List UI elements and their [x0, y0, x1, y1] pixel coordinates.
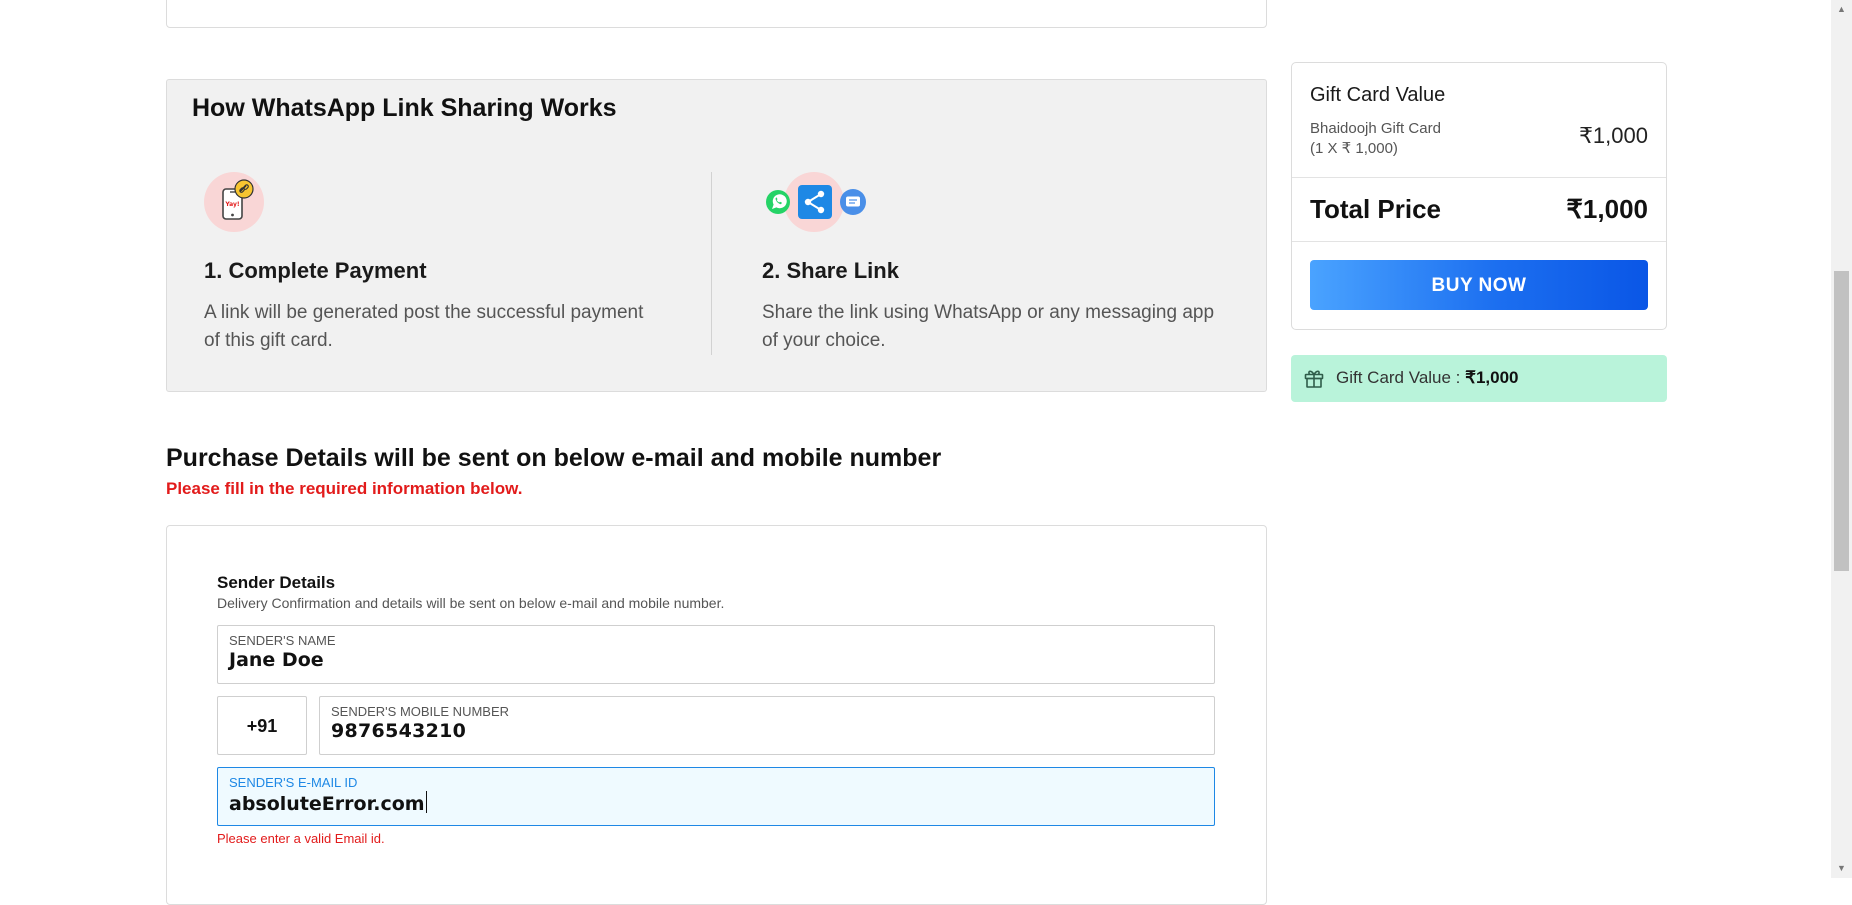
- step-1-desc-line2: of this gift card.: [204, 330, 333, 351]
- country-code-select[interactable]: +91: [217, 696, 307, 755]
- sender-name-label: SENDER'S NAME: [229, 633, 336, 648]
- previous-section-card: [166, 0, 1267, 28]
- gift-card-item-qty: (1 X ₹ 1,000): [1310, 140, 1398, 157]
- text-caret: [425, 791, 427, 813]
- how-it-works-panel: How WhatsApp Link Sharing Works Yay! 1. …: [166, 79, 1267, 392]
- gift-card-value-amount: ₹1,000: [1465, 368, 1519, 387]
- sender-mobile-field[interactable]: SENDER'S MOBILE NUMBER 9876543210: [319, 696, 1215, 755]
- step-2-title: 2. Share Link: [762, 258, 899, 283]
- steps-divider: [711, 172, 712, 355]
- price-summary-card: Gift Card Value Bhaidoojh Gift Card (1 X…: [1291, 62, 1667, 330]
- sender-email-input[interactable]: absoluteError.com: [229, 791, 427, 815]
- scrollbar-thumb[interactable]: [1834, 271, 1849, 571]
- gift-card-value-label: Gift Card Value :: [1336, 368, 1466, 387]
- purchase-details-title: Purchase Details will be sent on below e…: [166, 444, 942, 472]
- how-it-works-title: How WhatsApp Link Sharing Works: [192, 94, 617, 122]
- gift-card-value-bar: Gift Card Value : ₹1,000: [1291, 355, 1667, 402]
- sender-email-field[interactable]: SENDER'S E-MAIL ID absoluteError.com: [217, 767, 1215, 826]
- sender-email-label: SENDER'S E-MAIL ID: [229, 775, 358, 790]
- scroll-up-arrow-icon[interactable]: ▲: [1834, 2, 1849, 17]
- phone-link-icon: Yay!: [204, 172, 264, 232]
- divider: [1292, 177, 1666, 178]
- sender-details-description: Delivery Confirmation and details will b…: [217, 595, 725, 611]
- total-price-value: ₹1,000: [1566, 194, 1648, 224]
- gift-card-item-name: Bhaidoojh Gift Card: [1310, 120, 1441, 137]
- total-price-label: Total Price: [1310, 194, 1442, 224]
- step-1-title: 1. Complete Payment: [204, 258, 427, 283]
- sender-details-form: Sender Details Delivery Confirmation and…: [166, 525, 1267, 905]
- step-1-description: A link will be generated post the succes…: [204, 299, 684, 355]
- scroll-down-arrow-icon[interactable]: ▼: [1834, 861, 1849, 876]
- step-1-desc-line1: A link will be generated post the succes…: [204, 302, 644, 323]
- divider: [1292, 241, 1666, 242]
- gift-card-value-heading: Gift Card Value: [1310, 84, 1446, 106]
- required-info-warning: Please fill in the required information …: [166, 479, 523, 498]
- email-error-message: Please enter a valid Email id.: [217, 831, 385, 846]
- step-2-desc-line1: Share the link using WhatsApp or any mes…: [762, 302, 1215, 323]
- buy-now-button[interactable]: BUY NOW: [1310, 260, 1648, 310]
- step-2-desc-line2: of your choice.: [762, 330, 886, 351]
- svg-text:Yay!: Yay!: [224, 201, 239, 208]
- sender-name-field[interactable]: SENDER'S NAME Jane Doe: [217, 625, 1215, 684]
- gift-icon: [1303, 367, 1325, 389]
- share-icons: [762, 172, 882, 232]
- gift-card-item-price: ₹1,000: [1578, 123, 1648, 148]
- sender-email-value: absoluteError.com: [229, 793, 425, 815]
- sender-details-title: Sender Details: [217, 573, 336, 592]
- step-2-description: Share the link using WhatsApp or any mes…: [762, 299, 1242, 355]
- gift-card-item: Bhaidoojh Gift Card (1 X ₹ 1,000): [1310, 119, 1441, 159]
- gift-card-value-text: Gift Card Value : ₹1,000: [1336, 368, 1519, 388]
- sender-mobile-label: SENDER'S MOBILE NUMBER: [331, 704, 510, 719]
- sender-mobile-value[interactable]: 9876543210: [331, 720, 466, 742]
- sender-name-value[interactable]: Jane Doe: [229, 649, 324, 671]
